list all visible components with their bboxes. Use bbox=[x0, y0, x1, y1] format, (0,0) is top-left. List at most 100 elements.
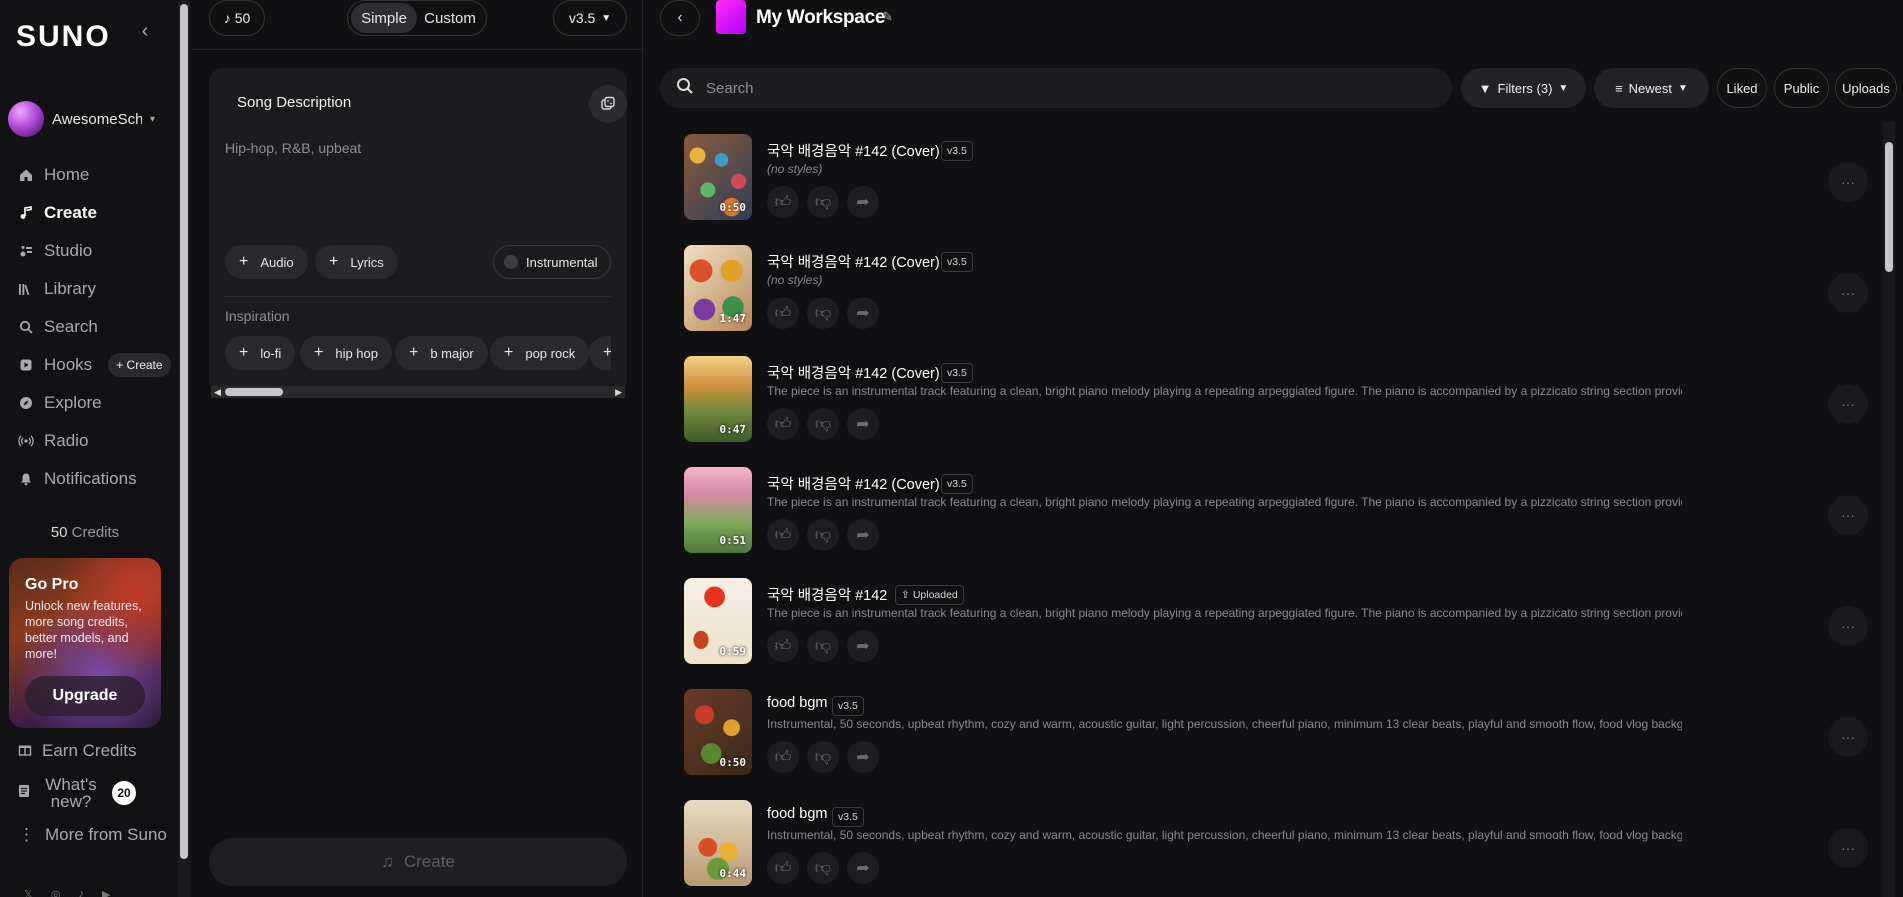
song-cover[interactable]: 0:50 bbox=[684, 689, 752, 775]
model-version-select[interactable]: v3.5 ▼ bbox=[553, 0, 627, 36]
song-row[interactable]: 0:50 food bgm v3.5 Instrumental, 50 seco… bbox=[644, 681, 1887, 792]
sidebar-item-explore[interactable]: Explore bbox=[0, 384, 178, 422]
youtube-icon[interactable]: ▶ bbox=[102, 888, 110, 897]
thumbs-up-icon[interactable]: 👍︎ bbox=[767, 408, 799, 440]
song-cover[interactable]: 0:50 bbox=[684, 134, 752, 220]
filters-button[interactable]: ▼ Filters (3) ▼ bbox=[1461, 68, 1586, 108]
share-icon[interactable]: ➦ bbox=[847, 852, 879, 884]
more-options-button[interactable]: ··· bbox=[1828, 495, 1868, 535]
sidebar-scrollbar-thumb[interactable] bbox=[180, 4, 188, 859]
thumbs-up-icon[interactable]: 👍︎ bbox=[767, 852, 799, 884]
sidebar-item-notifications[interactable]: Notifications bbox=[0, 460, 178, 498]
pencil-icon[interactable]: ✎ bbox=[882, 9, 893, 25]
song-description-input[interactable] bbox=[225, 140, 611, 236]
tag-hip-hop[interactable]: + hip hop bbox=[300, 336, 392, 370]
song-title[interactable]: food bgm bbox=[767, 695, 827, 711]
mode-custom-tab[interactable]: Custom bbox=[417, 3, 483, 33]
dice-icon[interactable] bbox=[589, 85, 627, 123]
sidebar-scrollbar[interactable] bbox=[178, 0, 190, 897]
share-icon[interactable]: ➦ bbox=[847, 519, 879, 551]
song-row[interactable]: 0:51 국악 배경음악 #142 (Cover) v3.5 The piece… bbox=[644, 459, 1887, 570]
song-row[interactable]: 0:44 food bgm v3.5 Instrumental, 50 seco… bbox=[644, 792, 1887, 897]
more-from-suno-link[interactable]: ⋮ More from Suno bbox=[0, 816, 178, 854]
song-cover[interactable]: 0:51 bbox=[684, 467, 752, 553]
tags-scrollbar-thumb[interactable] bbox=[225, 388, 283, 396]
song-row[interactable]: 0:59 국악 배경음악 #142 ⇪ Uploaded The piece is… bbox=[644, 570, 1887, 681]
scroll-left-icon[interactable]: ◀ bbox=[214, 386, 221, 398]
song-cover[interactable]: 0:47 bbox=[684, 356, 752, 442]
tag-pop-rock[interactable]: + pop rock bbox=[490, 336, 590, 370]
mode-simple-tab[interactable]: Simple bbox=[351, 3, 417, 33]
collapse-sidebar-icon[interactable]: ‹ bbox=[136, 21, 154, 41]
thumbs-down-icon[interactable]: 👎︎ bbox=[807, 297, 839, 329]
song-list-scrollbar-thumb[interactable] bbox=[1885, 142, 1893, 272]
thumbs-down-icon[interactable]: 👎︎ bbox=[807, 852, 839, 884]
thumbs-up-icon[interactable]: 👍︎ bbox=[767, 741, 799, 773]
song-title[interactable]: 국악 배경음악 #142 (Cover) bbox=[767, 362, 940, 383]
tiktok-icon[interactable]: ♪ bbox=[78, 888, 84, 897]
song-cover[interactable]: 0:44 bbox=[684, 800, 752, 886]
sidebar-item-studio[interactable]: Studio bbox=[0, 232, 178, 270]
song-title[interactable]: 국악 배경음악 #142 bbox=[767, 584, 887, 605]
thumbs-down-icon[interactable]: 👎︎ bbox=[807, 186, 839, 218]
instrumental-checkbox[interactable] bbox=[504, 255, 518, 269]
song-title[interactable]: food bgm bbox=[767, 806, 827, 822]
song-list-scrollbar[interactable] bbox=[1883, 122, 1895, 897]
share-icon[interactable]: ➦ bbox=[847, 630, 879, 662]
sidebar-item-create[interactable]: Create bbox=[0, 194, 178, 232]
more-options-button[interactable]: ··· bbox=[1828, 162, 1868, 202]
add-audio-button[interactable]: + Audio bbox=[225, 245, 308, 279]
thumbs-up-icon[interactable]: 👍︎ bbox=[767, 297, 799, 329]
thumbs-up-icon[interactable]: 👍︎ bbox=[767, 519, 799, 551]
song-row[interactable]: 0:47 국악 배경음악 #142 (Cover) v3.5 The piece… bbox=[644, 348, 1887, 459]
song-cover[interactable]: 0:59 bbox=[684, 578, 752, 664]
more-options-button[interactable]: ··· bbox=[1828, 828, 1868, 868]
thumbs-up-icon[interactable]: 👍︎ bbox=[767, 630, 799, 662]
x-icon[interactable]: 𝕏 bbox=[24, 888, 33, 897]
share-icon[interactable]: ➦ bbox=[847, 741, 879, 773]
user-menu[interactable]: AwesomeSchedule ▾ bbox=[8, 100, 158, 138]
liked-filter-button[interactable]: Liked bbox=[1717, 68, 1767, 108]
share-icon[interactable]: ➦ bbox=[847, 408, 879, 440]
sort-button[interactable]: ≡ Newest ▼ bbox=[1594, 68, 1709, 108]
song-row[interactable]: 1:47 국악 배경음악 #142 (Cover) v3.5 (no style… bbox=[644, 237, 1887, 348]
upgrade-button[interactable]: Upgrade bbox=[25, 676, 145, 716]
tag-lofi[interactable]: + lo-fi bbox=[225, 336, 296, 370]
thumbs-down-icon[interactable]: 👎︎ bbox=[807, 741, 839, 773]
instrumental-toggle[interactable]: Instrumental bbox=[493, 245, 611, 279]
create-button[interactable]: ♫ Create bbox=[209, 838, 627, 886]
song-cover[interactable]: 1:47 bbox=[684, 245, 752, 331]
thumbs-up-icon[interactable]: 👍︎ bbox=[767, 186, 799, 218]
sidebar-item-hooks[interactable]: Hooks + Create bbox=[0, 346, 178, 384]
more-options-button[interactable]: ··· bbox=[1828, 384, 1868, 424]
public-filter-button[interactable]: Public bbox=[1774, 68, 1829, 108]
song-title[interactable]: 국악 배경음악 #142 (Cover) bbox=[767, 251, 940, 272]
tags-scrollbar[interactable]: ◀ ▶ bbox=[211, 386, 625, 398]
sidebar-item-search[interactable]: Search bbox=[0, 308, 178, 346]
suno-logo[interactable]: SUNO bbox=[16, 20, 111, 54]
earn-credits-link[interactable]: Earn Credits bbox=[0, 732, 178, 770]
credits-pill[interactable]: ♪ 50 bbox=[209, 0, 265, 36]
share-icon[interactable]: ➦ bbox=[847, 297, 879, 329]
more-options-button[interactable]: ··· bbox=[1828, 717, 1868, 757]
back-button[interactable]: ‹ bbox=[660, 0, 700, 36]
whats-new-link[interactable]: What's new? 20 bbox=[0, 770, 178, 816]
sidebar-item-library[interactable]: Library bbox=[0, 270, 178, 308]
tag-more[interactable]: + bbox=[589, 336, 611, 370]
song-row[interactable]: 0:50 국악 배경음악 #142 (Cover) v3.5 (no style… bbox=[644, 126, 1887, 237]
sidebar-item-home[interactable]: Home bbox=[0, 156, 178, 194]
search-input[interactable] bbox=[706, 79, 1452, 97]
song-title[interactable]: 국악 배경음악 #142 (Cover) bbox=[767, 140, 940, 161]
scroll-right-icon[interactable]: ▶ bbox=[615, 386, 622, 398]
song-title[interactable]: 국악 배경음악 #142 (Cover) bbox=[767, 473, 940, 494]
more-options-button[interactable]: ··· bbox=[1828, 273, 1868, 313]
sidebar-item-radio[interactable]: Radio bbox=[0, 422, 178, 460]
instagram-icon[interactable]: ◎ bbox=[51, 888, 61, 897]
hooks-create-button[interactable]: + Create bbox=[108, 353, 171, 377]
add-lyrics-button[interactable]: + Lyrics bbox=[315, 245, 398, 279]
thumbs-down-icon[interactable]: 👎︎ bbox=[807, 630, 839, 662]
thumbs-down-icon[interactable]: 👎︎ bbox=[807, 519, 839, 551]
more-options-button[interactable]: ··· bbox=[1828, 606, 1868, 646]
uploads-filter-button[interactable]: Uploads bbox=[1835, 68, 1897, 108]
tag-b-major[interactable]: + b major bbox=[395, 336, 488, 370]
